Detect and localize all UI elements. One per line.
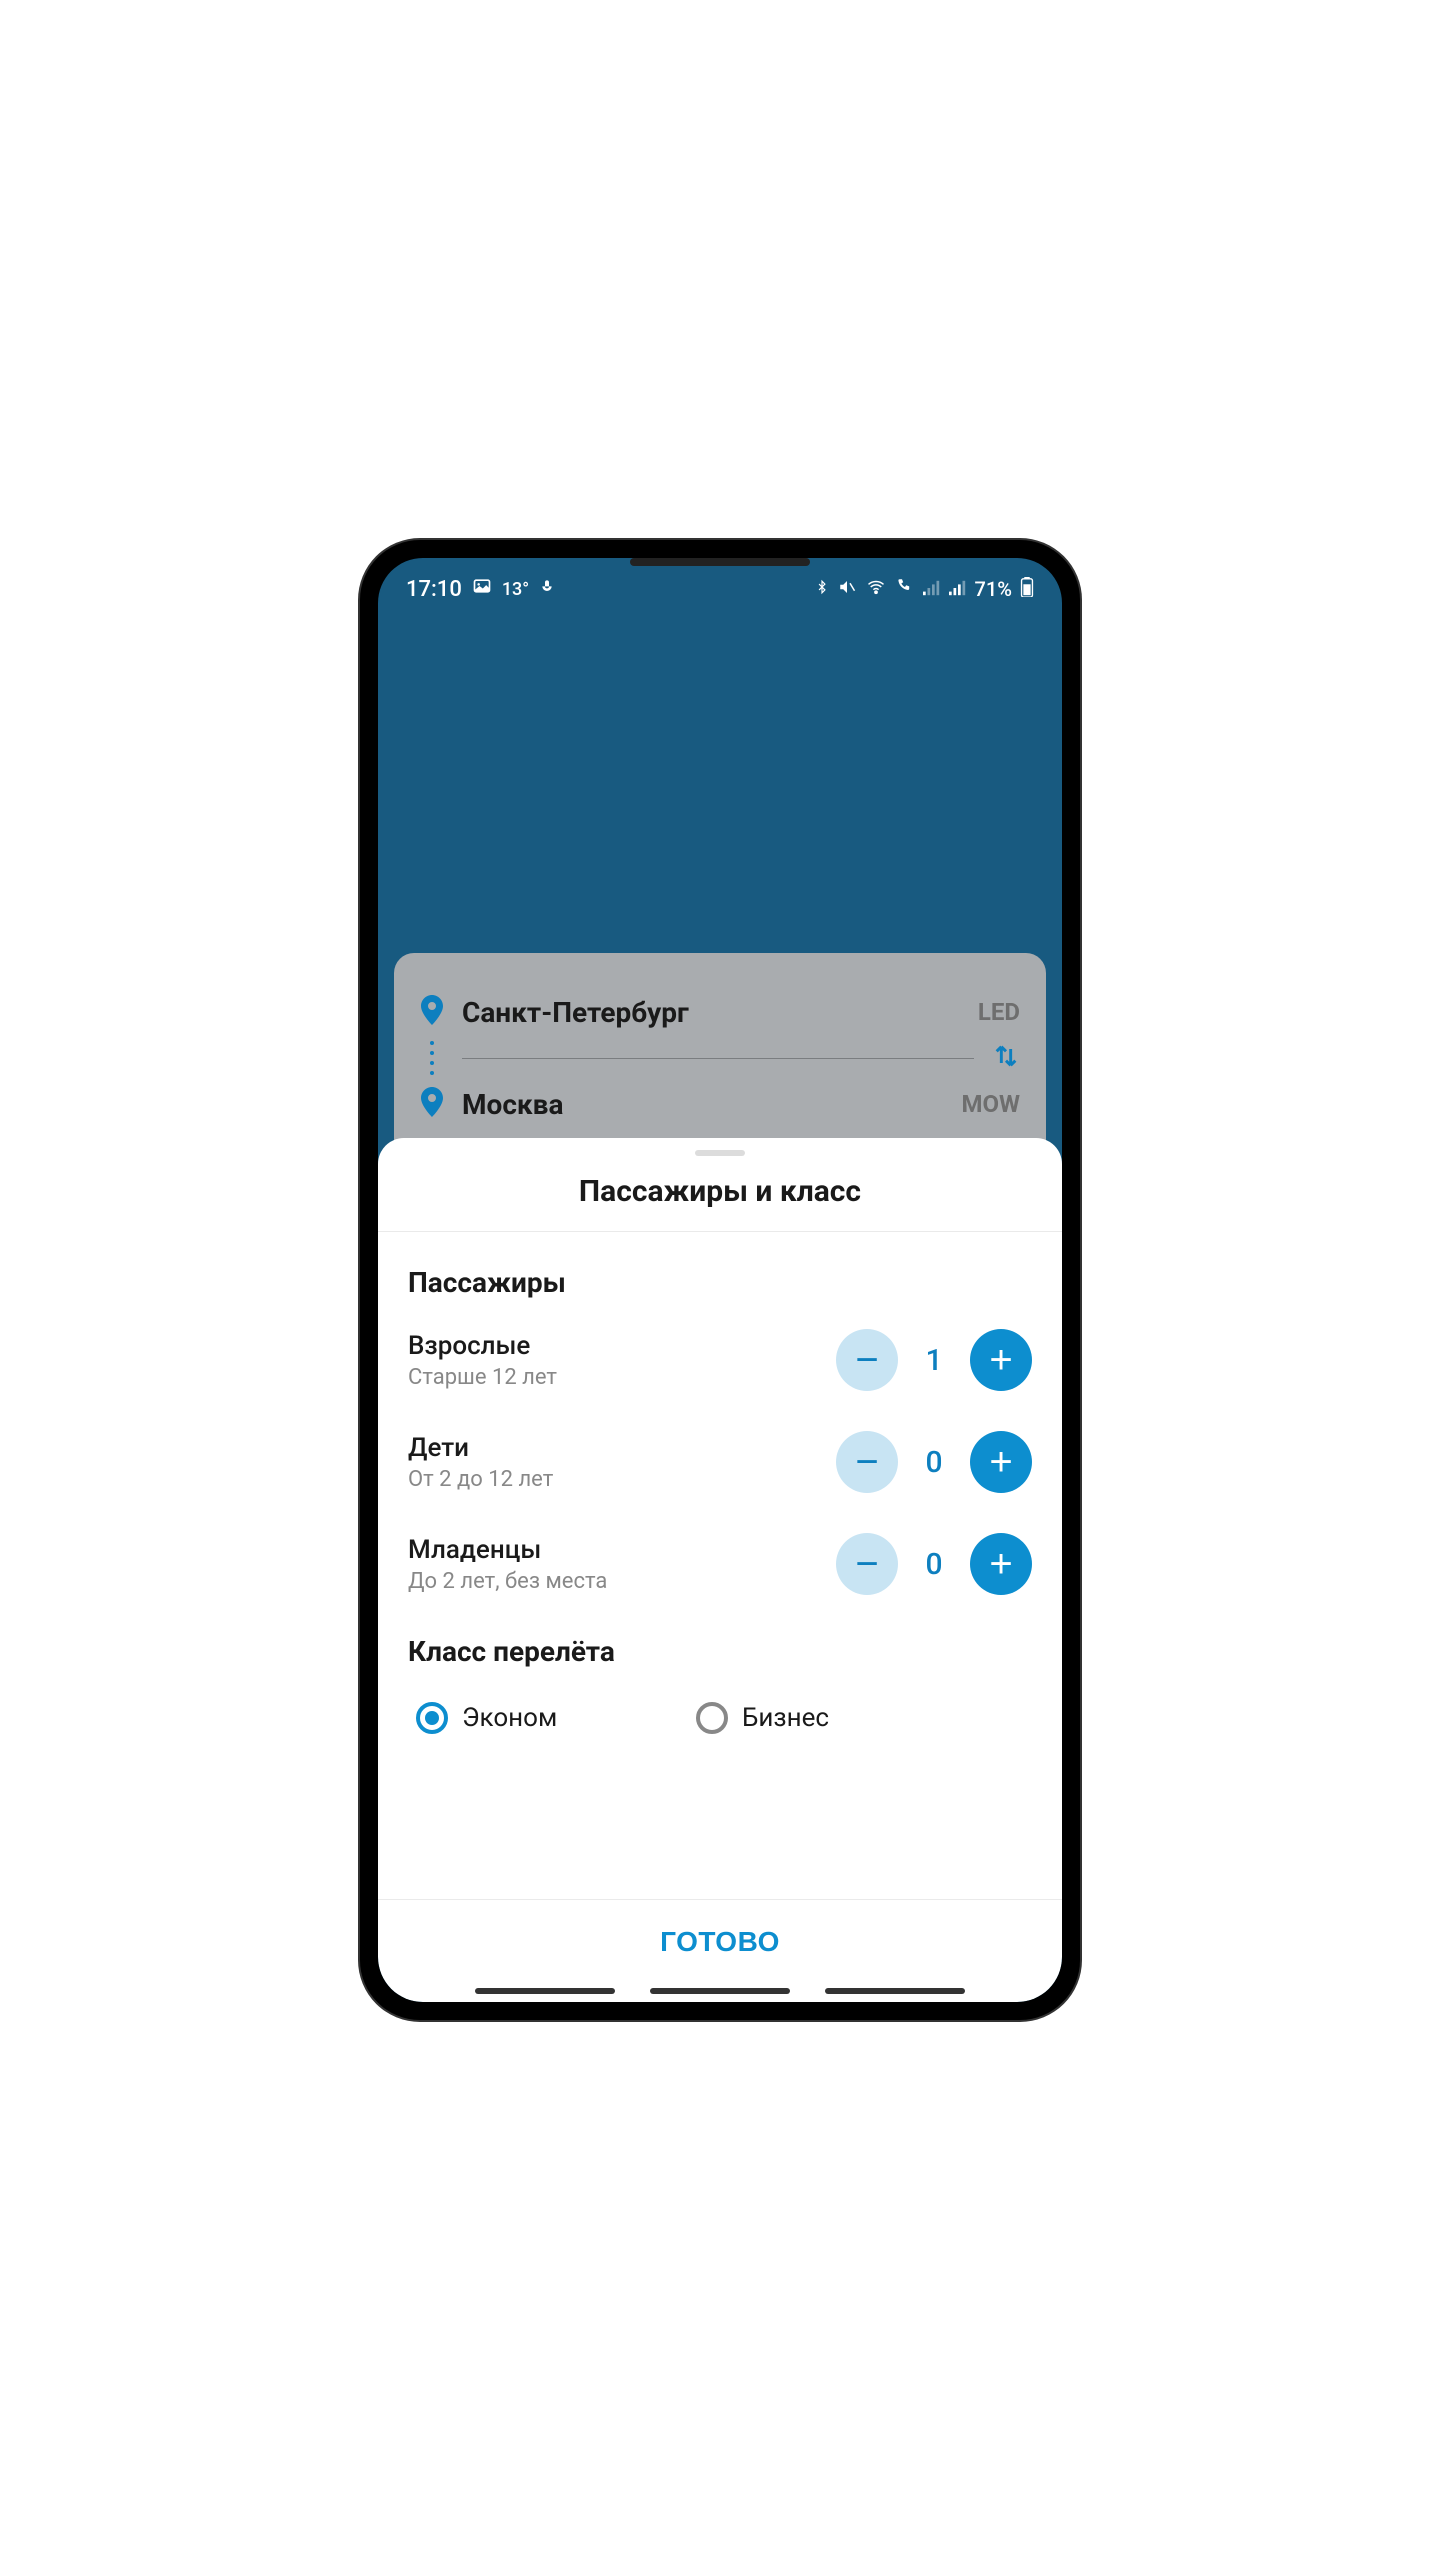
minus-icon: − (855, 1442, 878, 1482)
bottom-sheet: Пассажиры и класс Пассажиры Взрослые Ста… (378, 1138, 1062, 2002)
route-from-row[interactable]: Санкт-Петербург LED (420, 983, 1020, 1041)
radio-selected-icon (416, 1702, 448, 1734)
children-stepper: − 0 + (836, 1431, 1032, 1493)
children-minus-button[interactable]: − (836, 1431, 898, 1493)
adults-label: Взрослые (408, 1331, 836, 1361)
adults-stepper: − 1 + (836, 1329, 1032, 1391)
route-card: Санкт-Петербург LED Москва MOW (394, 953, 1046, 1163)
economy-label: Эконом (462, 1703, 557, 1733)
economy-radio[interactable]: Эконом (416, 1702, 636, 1734)
battery-icon (1020, 577, 1034, 602)
status-temp: 13° (502, 579, 529, 600)
route-divider (420, 1041, 1020, 1075)
plus-icon: + (989, 1340, 1012, 1380)
done-button[interactable]: ГОТОВО (660, 1926, 780, 1958)
minus-icon: − (855, 1340, 878, 1380)
business-radio[interactable]: Бизнес (696, 1702, 916, 1734)
nav-home[interactable] (650, 1988, 790, 1994)
class-radio-group: Эконом Бизнес (408, 1702, 1032, 1734)
sheet-title: Пассажиры и класс (378, 1174, 1062, 1232)
adults-value: 1 (924, 1343, 944, 1378)
infants-value: 0 (924, 1547, 944, 1582)
call-icon (895, 577, 915, 601)
plus-icon: + (989, 1442, 1012, 1482)
phone-frame: 17:10 13° (360, 540, 1080, 2020)
pin-icon (420, 1087, 444, 1121)
minus-icon: − (855, 1544, 878, 1584)
to-city: Москва (462, 1088, 943, 1121)
business-label: Бизнес (742, 1703, 829, 1733)
children-row: Дети От 2 до 12 лет − 0 + (408, 1431, 1032, 1493)
sheet-content: Пассажиры Взрослые Старше 12 лет − 1 + (378, 1232, 1062, 1734)
status-left: 17:10 13° (406, 576, 555, 602)
status-bar: 17:10 13° (378, 558, 1062, 610)
infants-row: Младенцы До 2 лет, без места − 0 + (408, 1533, 1032, 1595)
passengers-heading: Пассажиры (408, 1266, 1032, 1299)
nav-back[interactable] (825, 1988, 965, 1994)
children-sub: От 2 до 12 лет (408, 1467, 836, 1492)
signal-icon-2 (949, 577, 967, 601)
children-value: 0 (924, 1445, 944, 1480)
status-right: 71% (815, 577, 1034, 602)
children-label: Дети (408, 1433, 836, 1463)
infants-stepper: − 0 + (836, 1533, 1032, 1595)
children-plus-button[interactable]: + (970, 1431, 1032, 1493)
pin-icon (420, 995, 444, 1029)
status-battery: 71% (975, 577, 1012, 601)
infants-label: Младенцы (408, 1535, 836, 1565)
to-code: MOW (961, 1090, 1020, 1118)
voice-icon (539, 577, 555, 602)
class-section: Класс перелёта Эконом Бизнес (408, 1635, 1032, 1734)
from-code: LED (978, 998, 1020, 1026)
adults-row: Взрослые Старше 12 лет − 1 + (408, 1329, 1032, 1391)
route-to-row[interactable]: Москва MOW (420, 1075, 1020, 1133)
wifi-icon (865, 577, 887, 601)
divider-line (462, 1058, 974, 1059)
infants-sub: До 2 лет, без места (408, 1569, 836, 1594)
infants-minus-button[interactable]: − (836, 1533, 898, 1595)
swap-icon[interactable] (992, 1042, 1020, 1074)
from-city: Санкт-Петербург (462, 996, 960, 1029)
adults-sub: Старше 12 лет (408, 1365, 836, 1390)
class-heading: Класс перелёта (408, 1635, 1032, 1668)
status-time: 17:10 (406, 577, 462, 602)
mute-icon (837, 577, 857, 601)
nav-recent[interactable] (475, 1988, 615, 1994)
drag-handle[interactable] (695, 1150, 745, 1156)
bluetooth-icon (815, 577, 829, 602)
radio-unselected-icon (696, 1702, 728, 1734)
dots-connector (420, 1041, 444, 1075)
plus-icon: + (989, 1544, 1012, 1584)
nav-bar (378, 1988, 1062, 2002)
footer-bar: ГОТОВО (378, 1899, 1062, 1984)
signal-icon-1 (923, 577, 941, 601)
adults-minus-button[interactable]: − (836, 1329, 898, 1391)
screen: 17:10 13° (378, 558, 1062, 2002)
adults-plus-button[interactable]: + (970, 1329, 1032, 1391)
image-icon (472, 576, 492, 602)
infants-plus-button[interactable]: + (970, 1533, 1032, 1595)
